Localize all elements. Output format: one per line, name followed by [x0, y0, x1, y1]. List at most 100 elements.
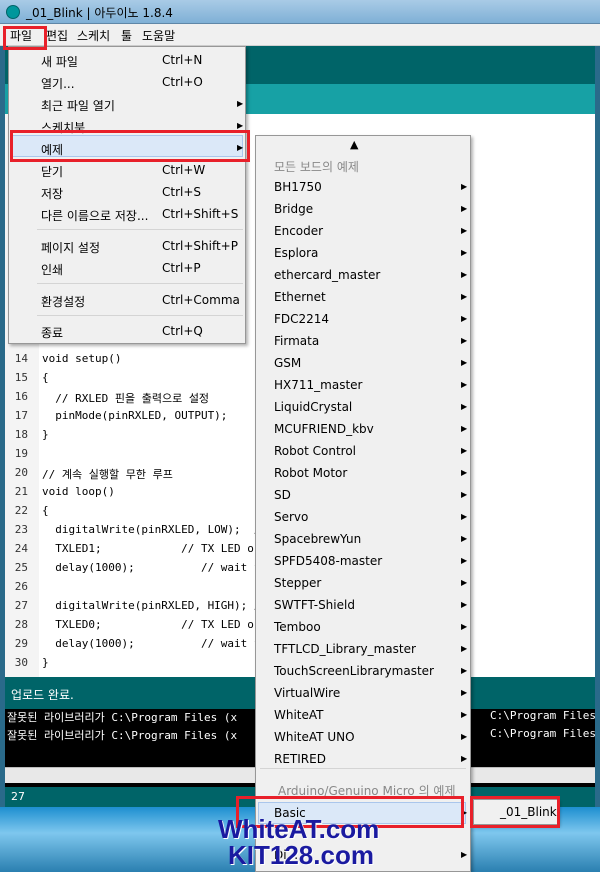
- example-item[interactable]: ethercard_master: [274, 268, 380, 282]
- example-item[interactable]: LiquidCrystal: [274, 400, 352, 414]
- submenu-arrow-icon: ▶: [461, 182, 468, 191]
- code-line[interactable]: {: [42, 371, 49, 384]
- submenu-arrow-icon: ▶: [461, 358, 468, 367]
- file-menu: 새 파일 Ctrl+N 열기... Ctrl+O 최근 파일 열기 ▶ 스케치북…: [8, 46, 246, 344]
- code-line[interactable]: delay(1000); // wait f: [42, 637, 260, 650]
- submenu-arrow-icon: ▶: [461, 512, 468, 521]
- line-number: 27: [14, 599, 28, 612]
- submenu-arrow-icon: ▶: [461, 754, 468, 763]
- line-number: 15: [14, 371, 28, 384]
- submenu-arrow-icon: ▶: [461, 850, 468, 859]
- shortcut-quit: Ctrl+Q: [162, 324, 203, 338]
- code-line[interactable]: // RXLED 핀을 출력으로 설정: [42, 390, 209, 406]
- example-item[interactable]: TFTLCD_Library_master: [274, 642, 416, 656]
- code-line[interactable]: void setup(): [42, 352, 121, 365]
- example-item[interactable]: HX711_master: [274, 378, 362, 392]
- example-item[interactable]: MCUFRIEND_kbv: [274, 422, 374, 436]
- code-line[interactable]: delay(1000); // wait f: [42, 561, 260, 574]
- line-number: 23: [14, 523, 28, 536]
- menu-help[interactable]: 도움말: [142, 27, 175, 44]
- submenu-arrow-icon: ▶: [461, 226, 468, 235]
- example-item[interactable]: SWTFT-Shield: [274, 598, 355, 612]
- code-line[interactable]: digitalWrite(pinRXLED, HIGH); /: [42, 599, 260, 612]
- menu-item-print[interactable]: 인쇄: [41, 261, 63, 278]
- status-message: 업로드 완료.: [11, 688, 74, 702]
- example-item[interactable]: Robot Motor: [274, 466, 347, 480]
- code-line[interactable]: TXLED0; // TX LED o: [42, 618, 254, 631]
- menu-item-preferences[interactable]: 환경설정: [41, 293, 85, 310]
- example-item[interactable]: FDC2214: [274, 312, 329, 326]
- code-line[interactable]: {: [42, 504, 49, 517]
- example-item[interactable]: RETIRED: [274, 752, 326, 766]
- example-item[interactable]: GSM: [274, 356, 301, 370]
- menu-item-recent[interactable]: 최근 파일 열기: [41, 97, 115, 114]
- example-item[interactable]: BH1750: [274, 180, 322, 194]
- menu-item-page-setup[interactable]: 페이지 설정: [41, 239, 100, 256]
- menu-item-new[interactable]: 새 파일: [41, 53, 78, 70]
- example-item[interactable]: WhiteAT: [274, 708, 324, 722]
- scroll-up-arrow-icon[interactable]: ▲: [350, 138, 358, 151]
- menu-edit[interactable]: 편집: [46, 27, 68, 44]
- example-item[interactable]: Robot Control: [274, 444, 356, 458]
- submenu-arrow-icon: ▶: [461, 710, 468, 719]
- submenu-arrow-icon: ▶: [461, 468, 468, 477]
- submenu-arrow-icon: ▶: [461, 644, 468, 653]
- line-number: 24: [14, 542, 28, 555]
- shortcut-save-as: Ctrl+Shift+S: [162, 207, 239, 221]
- menu-item-save-as[interactable]: 다른 이름으로 저장...: [41, 207, 148, 224]
- line-number: 29: [14, 637, 28, 650]
- watermark-line2: KIT128.com: [228, 840, 374, 870]
- example-item[interactable]: SD: [274, 488, 291, 502]
- line-number: 14: [14, 352, 28, 365]
- window-title: _01_Blink | 아두이노 1.8.4: [26, 6, 173, 20]
- submenu-arrow-icon: ▶: [461, 600, 468, 609]
- examples-header-all: 모든 보드의 예제: [274, 160, 359, 174]
- submenu-arrow-icon: ▶: [461, 732, 468, 741]
- code-line[interactable]: TXLED1; // TX LED o: [42, 542, 254, 555]
- example-item[interactable]: Servo: [274, 510, 308, 524]
- menu-item-close[interactable]: 닫기: [41, 163, 63, 180]
- line-number: 28: [14, 618, 28, 631]
- example-item[interactable]: Ethernet: [274, 290, 326, 304]
- line-number: 30: [14, 656, 28, 669]
- line-number: 25: [14, 561, 28, 574]
- code-line[interactable]: digitalWrite(pinRXLED, LOW); /: [42, 523, 260, 536]
- menu-separator: [37, 315, 243, 316]
- example-item[interactable]: VirtualWire: [274, 686, 340, 700]
- menu-separator: [37, 229, 243, 230]
- shortcut-save: Ctrl+S: [162, 185, 202, 199]
- shortcut-print: Ctrl+P: [162, 261, 201, 275]
- menu-item-save[interactable]: 저장: [41, 185, 63, 202]
- examples-submenu: ▲ 모든 보드의 예제 BH1750 ▶ Bridge ▶ Encoder ▶ Esplor…: [255, 135, 471, 872]
- submenu-arrow-icon: ▶: [461, 314, 468, 323]
- submenu-arrow-icon: ▶: [461, 248, 468, 257]
- console-line: 잘못된 라이브러리가 C:\Program Files (x: [7, 729, 238, 742]
- code-line[interactable]: // 계속 실행할 무한 루프: [42, 466, 173, 482]
- example-item[interactable]: Bridge: [274, 202, 313, 216]
- menu-item-quit[interactable]: 종료: [41, 324, 63, 341]
- submenu-arrow-icon: ▶: [237, 99, 244, 108]
- code-line[interactable]: void loop(): [42, 485, 115, 498]
- menu-tools[interactable]: 툴: [121, 27, 132, 44]
- code-line[interactable]: }: [42, 428, 49, 441]
- line-number: 17: [14, 409, 28, 422]
- code-line[interactable]: }: [42, 656, 49, 669]
- example-item[interactable]: Encoder: [274, 224, 323, 238]
- example-item[interactable]: Firmata: [274, 334, 319, 348]
- example-item[interactable]: Temboo: [274, 620, 321, 634]
- example-item[interactable]: WhiteAT UNO: [274, 730, 355, 744]
- code-line[interactable]: pinMode(pinRXLED, OUTPUT);: [42, 409, 227, 422]
- example-item[interactable]: Esplora: [274, 246, 318, 260]
- line-number: 19: [14, 447, 28, 460]
- line-number: 18: [14, 428, 28, 441]
- shortcut-preferences: Ctrl+Comma: [162, 293, 240, 307]
- example-item[interactable]: Stepper: [274, 576, 321, 590]
- example-item[interactable]: TouchScreenLibrarymaster: [274, 664, 434, 678]
- line-number: 26: [14, 580, 28, 593]
- menu-sketch[interactable]: 스케치: [77, 27, 110, 44]
- menu-item-open[interactable]: 열기...: [41, 75, 75, 92]
- example-item[interactable]: SpacebrewYun: [274, 532, 361, 546]
- menu-separator: [260, 768, 466, 769]
- submenu-arrow-icon: ▶: [461, 270, 468, 279]
- example-item[interactable]: SPFD5408-master: [274, 554, 382, 568]
